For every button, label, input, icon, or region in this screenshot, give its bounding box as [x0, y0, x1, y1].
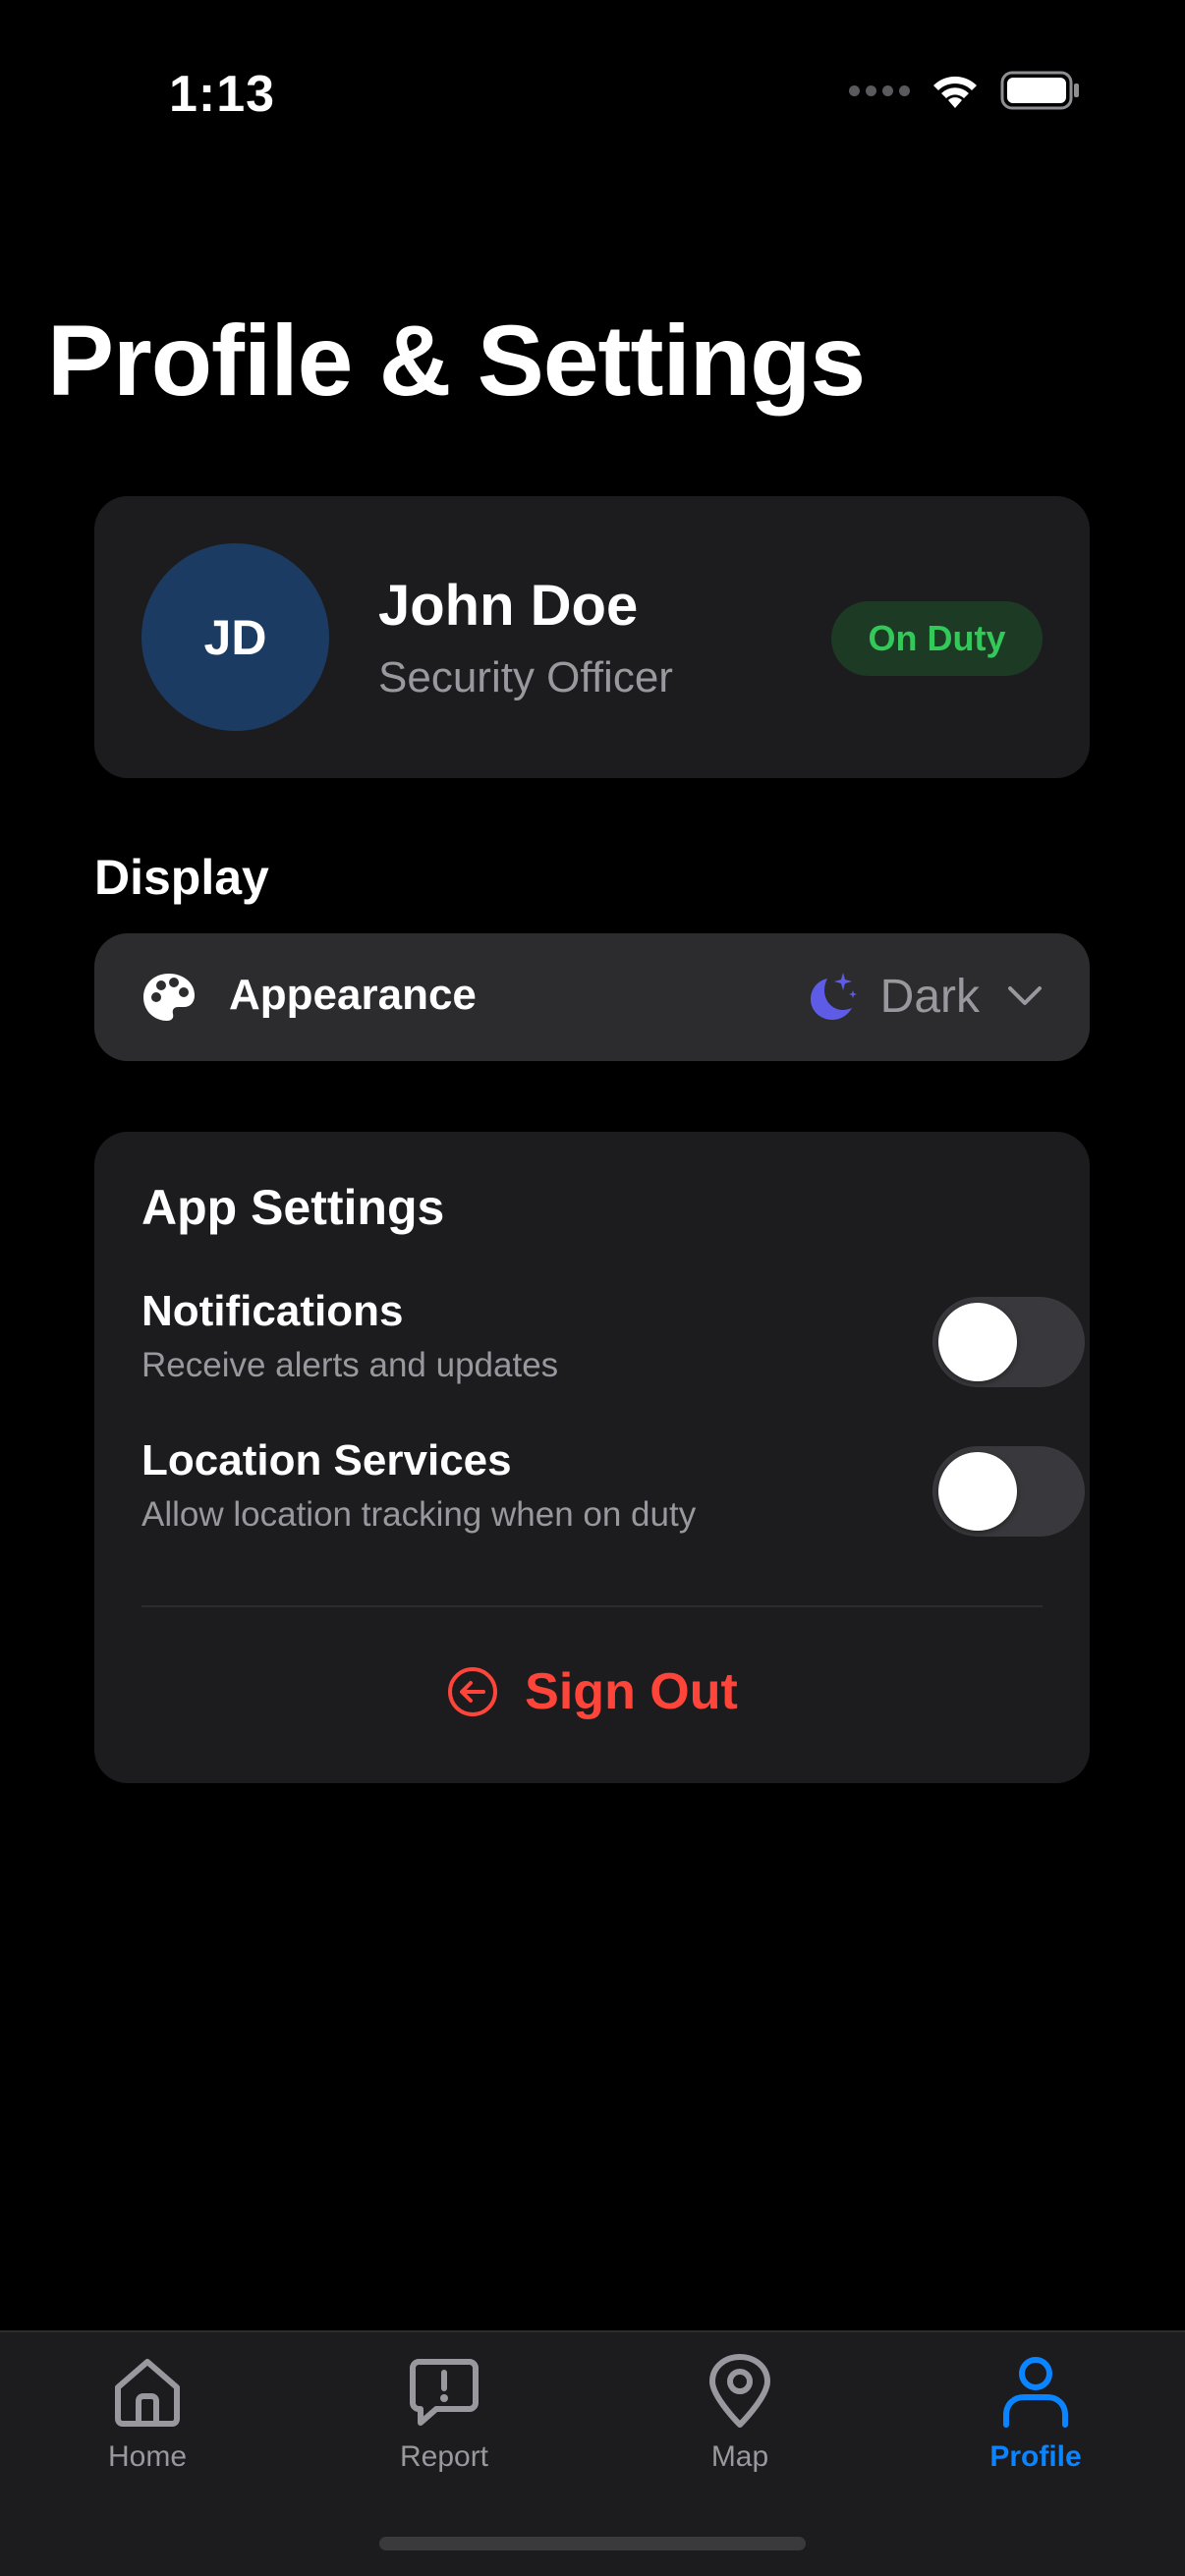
- status-time: 1:13: [169, 66, 276, 123]
- battery-icon: [1000, 71, 1079, 110]
- profile-name: John Doe: [378, 574, 639, 638]
- person-icon: [1003, 2357, 1068, 2428]
- location-services-setting-row: Location Services Allow location trackin…: [141, 1436, 1085, 1544]
- tab-profile[interactable]: Profile: [918, 2352, 1154, 2490]
- home-icon: [115, 2359, 180, 2427]
- cellular-signal-icon: [849, 84, 910, 96]
- location-services-toggle[interactable]: [932, 1446, 1085, 1537]
- home-indicator: [379, 2537, 806, 2550]
- tab-label: Home: [107, 2440, 188, 2473]
- moon-stars-icon: [810, 973, 857, 1020]
- tab-label: Map: [710, 2440, 769, 2473]
- tab-home[interactable]: Home: [29, 2352, 265, 2490]
- tab-label: Profile: [989, 2440, 1082, 2473]
- map-pin-icon: [709, 2354, 770, 2428]
- chevron-down-icon: [1008, 986, 1042, 1005]
- appearance-picker[interactable]: Dark: [804, 969, 1043, 1024]
- palette-icon: [143, 974, 195, 1021]
- tab-label: Report: [399, 2440, 489, 2473]
- appearance-label: Appearance: [229, 971, 477, 1019]
- profile-card: JD John Doe Security Officer On Duty: [94, 496, 1090, 778]
- setting-description: Receive alerts and updates: [141, 1346, 559, 1384]
- toggle-knob: [938, 1452, 1017, 1531]
- profile-role: Security Officer: [378, 653, 673, 701]
- wifi-icon: [933, 76, 977, 108]
- sign-out-button[interactable]: Sign Out: [94, 1662, 1090, 1721]
- tab-map[interactable]: Map: [622, 2352, 858, 2490]
- avatar: JD: [141, 543, 329, 731]
- report-icon: [410, 2359, 479, 2426]
- notifications-toggle[interactable]: [932, 1297, 1085, 1387]
- page-title: Profile & Settings: [47, 305, 866, 417]
- appearance-value: Dark: [879, 970, 980, 1023]
- sign-out-icon: [448, 1667, 498, 1716]
- setting-description: Allow location tracking when on duty: [141, 1495, 697, 1534]
- toggle-knob: [938, 1303, 1017, 1381]
- setting-title: Notifications: [141, 1287, 404, 1335]
- status-bar: 1:13: [0, 0, 1185, 196]
- display-section-label: Display: [94, 850, 269, 905]
- notifications-setting-row: Notifications Receive alerts and updates: [141, 1287, 1085, 1395]
- appearance-row[interactable]: Appearance Dark: [94, 933, 1090, 1061]
- tab-report[interactable]: Report: [326, 2352, 562, 2490]
- setting-title: Location Services: [141, 1436, 512, 1484]
- status-icons: [849, 71, 1081, 110]
- app-settings-card: App Settings Notifications Receive alert…: [94, 1132, 1090, 1783]
- divider: [141, 1605, 1043, 1607]
- app-settings-title: App Settings: [141, 1180, 445, 1235]
- duty-status-badge: On Duty: [831, 601, 1043, 676]
- sign-out-label: Sign Out: [525, 1663, 738, 1720]
